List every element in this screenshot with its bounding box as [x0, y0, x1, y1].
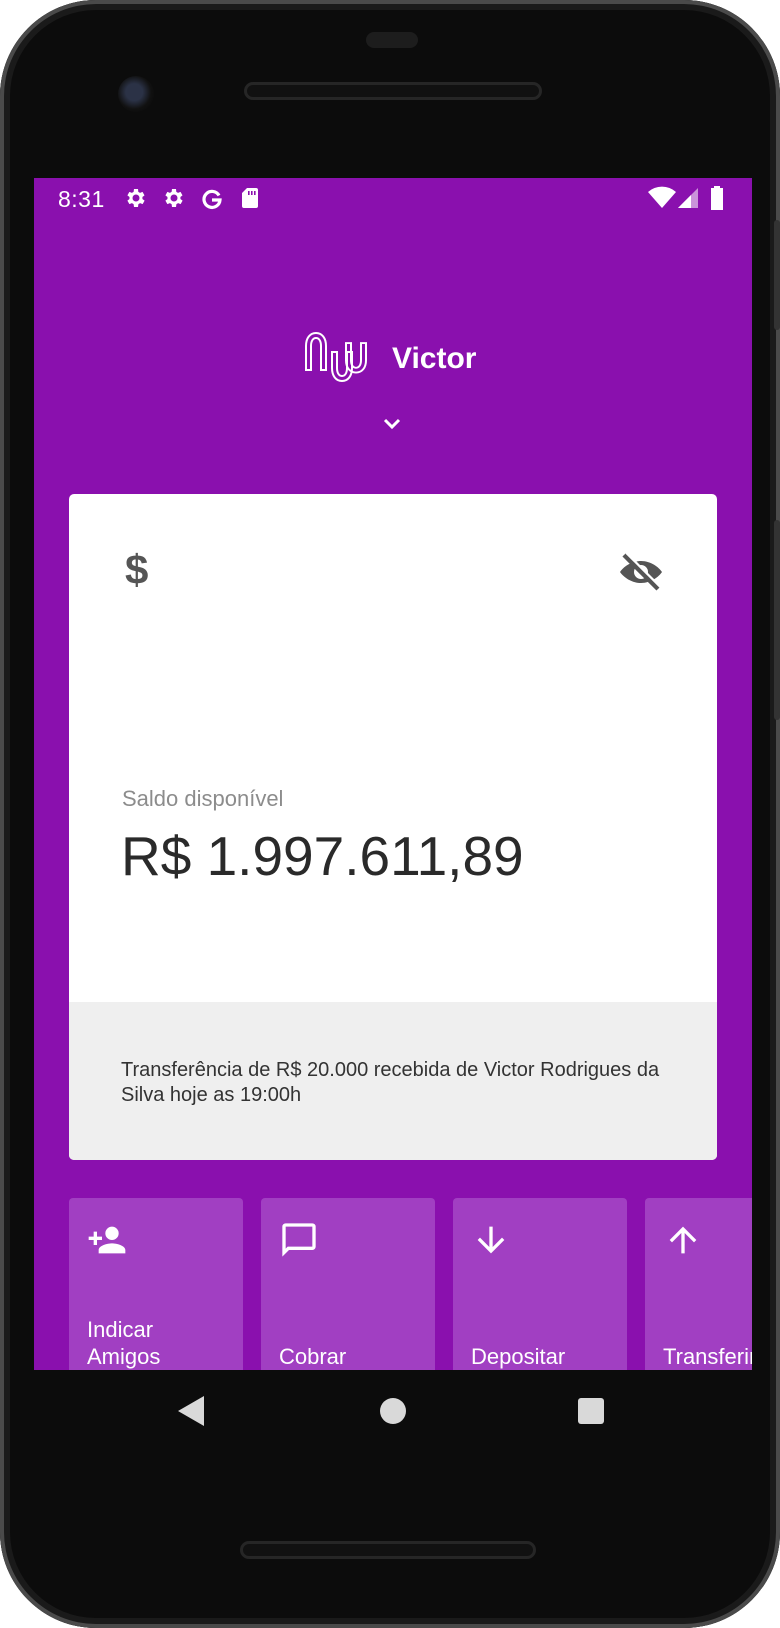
- nu-logo: [305, 331, 367, 383]
- action-label: Depositar: [471, 1344, 566, 1369]
- action-label: Transferir: [663, 1344, 752, 1369]
- action-label: Cobrar: [279, 1344, 347, 1369]
- eye-off-icon[interactable]: [617, 548, 665, 596]
- google-icon: [202, 189, 222, 209]
- chat-icon: [282, 1223, 316, 1257]
- user-name: Victor: [392, 342, 477, 375]
- back-icon[interactable]: [178, 1396, 204, 1426]
- front-camera: [118, 76, 154, 112]
- home-icon[interactable]: [380, 1398, 406, 1424]
- settings-icon: [165, 189, 183, 207]
- action-indicar-amigos[interactable]: Indicar Amigos: [69, 1198, 243, 1370]
- android-nav-bar: [0, 1370, 780, 1450]
- person-add-icon: [88, 1226, 126, 1254]
- volume-button: [774, 520, 780, 720]
- wifi-icon: [648, 186, 676, 208]
- chevron-down-icon[interactable]: [380, 412, 404, 436]
- action-label: Indicar Amigos: [87, 1317, 161, 1369]
- settings-icon: [127, 189, 145, 207]
- arrow-down-icon: [477, 1226, 505, 1254]
- action-cobrar[interactable]: Cobrar: [261, 1198, 435, 1370]
- status-time: 8:31: [58, 186, 105, 212]
- actions-carousel[interactable]: Indicar Amigos Cobrar Depositar Transfer…: [69, 1198, 752, 1370]
- action-transferir[interactable]: Transferir: [645, 1198, 752, 1370]
- card-notification[interactable]: Transferência de R$ 20.000 recebida de V…: [69, 1002, 717, 1160]
- status-bar: 8:31: [34, 178, 752, 218]
- balance-label: Saldo disponível: [122, 786, 284, 811]
- arrow-up-icon: [669, 1226, 697, 1254]
- balance-value: R$ 1.997.611,89: [121, 825, 524, 887]
- balance-card[interactable]: $ Saldo disponível R$ 1.997.611,89 Trans…: [69, 494, 717, 1160]
- dollar-icon: $: [125, 546, 149, 593]
- power-button: [774, 220, 780, 330]
- top-speaker: [244, 82, 542, 100]
- notification-text: Transferência de R$ 20.000 recebida de V…: [121, 1059, 660, 1106]
- recents-icon[interactable]: [578, 1398, 604, 1424]
- sd-card-icon: [242, 188, 258, 208]
- app-screen: 8:31 Victor $ Saldo disponível R$ 1.997.…: [34, 178, 752, 1370]
- bottom-speaker: [240, 1541, 536, 1559]
- sensor-notch: [366, 32, 418, 48]
- action-depositar[interactable]: Depositar: [453, 1198, 627, 1370]
- signal-icon: [678, 188, 698, 208]
- phone-frame: 8:31 Victor $ Saldo disponível R$ 1.997.…: [0, 0, 780, 1628]
- battery-icon: [711, 186, 723, 210]
